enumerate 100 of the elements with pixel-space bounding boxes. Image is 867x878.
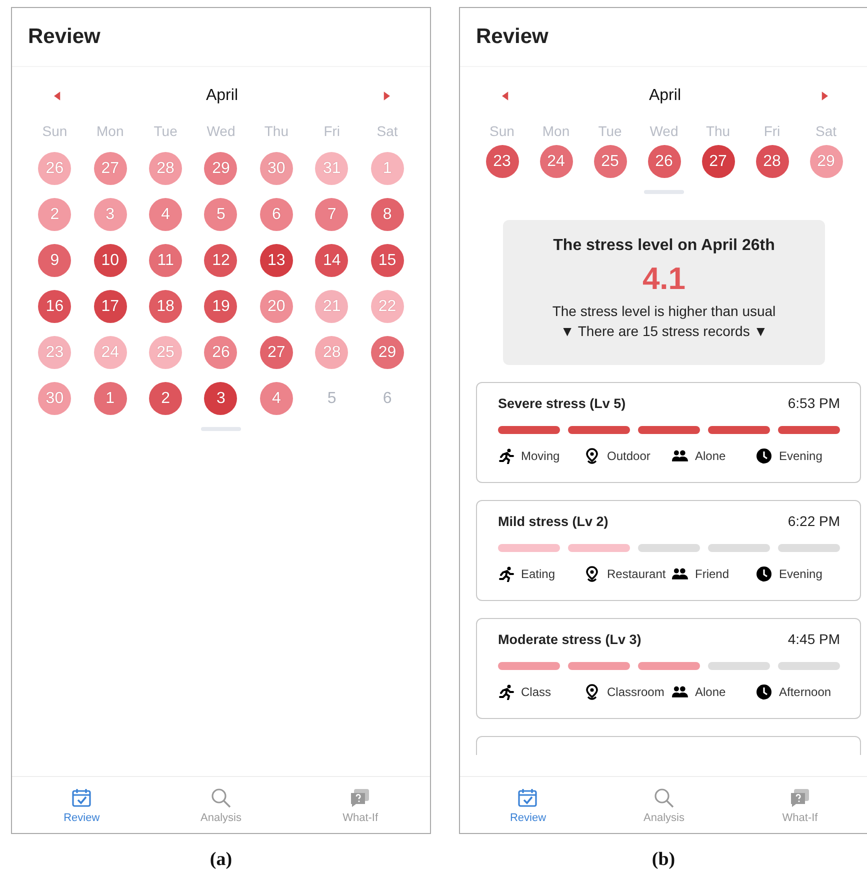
day-circle[interactable]: 19 bbox=[204, 290, 238, 323]
location-pin-icon bbox=[584, 448, 600, 464]
location-pin-icon bbox=[584, 684, 600, 700]
weekday-label: Wed bbox=[650, 123, 678, 139]
record-time: 4:45 PM bbox=[788, 631, 840, 647]
record-card[interactable]: Moderate stress (Lv 3) 4:45 PM Class Classroom Alone Afternoon bbox=[476, 618, 861, 719]
day-circle[interactable]: 27 bbox=[260, 336, 293, 369]
day-circle[interactable]: 4 bbox=[260, 382, 293, 415]
day-circle[interactable]: 29 bbox=[204, 152, 238, 185]
tag-label: Afternoon bbox=[779, 685, 832, 699]
search-icon bbox=[653, 786, 675, 808]
day-number[interactable]: 5 bbox=[327, 382, 336, 415]
day-circle[interactable]: 3 bbox=[94, 198, 127, 231]
tag-label: Eating bbox=[521, 567, 556, 581]
day-circle[interactable]: 13 bbox=[260, 244, 293, 277]
calendar-check-icon bbox=[517, 786, 539, 808]
day-circle[interactable]: 25 bbox=[594, 145, 626, 178]
day-circle[interactable]: 11 bbox=[149, 244, 182, 277]
day-circle[interactable]: 5 bbox=[204, 198, 238, 231]
weekday-label: Wed bbox=[206, 123, 236, 139]
nav-tab[interactable]: Review bbox=[36, 777, 127, 833]
tag-label: Classroom bbox=[607, 685, 664, 699]
day-circle[interactable]: 24 bbox=[540, 145, 572, 178]
day-circle[interactable]: 28 bbox=[315, 336, 348, 369]
day-circle[interactable]: 6 bbox=[260, 198, 293, 231]
figure-caption: (a) bbox=[210, 849, 232, 871]
record-title: Severe stress (Lv 5) bbox=[498, 396, 626, 410]
day-circle[interactable]: 14 bbox=[315, 244, 348, 277]
day-circle[interactable]: 29 bbox=[810, 145, 842, 178]
weekday-label: Tue bbox=[154, 123, 178, 139]
day-circle[interactable]: 18 bbox=[149, 290, 182, 323]
day-circle[interactable]: 10 bbox=[94, 244, 127, 277]
day-circle[interactable]: 2 bbox=[149, 382, 182, 415]
tag-label: Alone bbox=[695, 449, 726, 463]
people-icon bbox=[672, 566, 688, 582]
weekday-label: Sun bbox=[42, 123, 68, 139]
day-circle[interactable]: 7 bbox=[315, 198, 348, 231]
weekday-label: Thu bbox=[264, 123, 288, 139]
next-month-arrow[interactable] bbox=[820, 91, 828, 101]
day-circle[interactable]: 22 bbox=[370, 290, 404, 323]
day-circle[interactable]: 30 bbox=[260, 152, 293, 185]
record-title: Moderate stress (Lv 3) bbox=[498, 632, 642, 646]
day-circle[interactable]: 16 bbox=[38, 290, 72, 323]
day-circle[interactable]: 23 bbox=[486, 145, 518, 178]
question-bubble-icon bbox=[789, 786, 811, 808]
record-time: 6:53 PM bbox=[788, 395, 840, 411]
record-card[interactable]: Mild stress (Lv 2) 6:22 PM Eating Restaurant Friend Evening bbox=[476, 500, 861, 601]
clock-icon bbox=[756, 684, 772, 700]
weekday-label: Mon bbox=[542, 123, 570, 139]
next-month-arrow[interactable] bbox=[382, 91, 390, 101]
question-bubble-icon bbox=[349, 786, 372, 808]
day-circle[interactable]: 21 bbox=[315, 290, 348, 323]
day-circle[interactable]: 30 bbox=[38, 382, 72, 415]
day-circle[interactable]: 26 bbox=[204, 336, 238, 369]
day-circle[interactable]: 8 bbox=[370, 198, 404, 231]
nav-tab[interactable]: Analysis bbox=[619, 777, 709, 833]
nav-tab[interactable]: What-If bbox=[315, 777, 406, 833]
day-circle[interactable]: 17 bbox=[94, 290, 127, 323]
day-circle[interactable]: 20 bbox=[260, 290, 293, 323]
screen-title: Review bbox=[476, 25, 548, 49]
day-circle[interactable]: 28 bbox=[149, 152, 182, 185]
nav-tab[interactable]: Review bbox=[483, 777, 573, 833]
previous-month-arrow[interactable] bbox=[502, 91, 509, 101]
day-circle[interactable]: 25 bbox=[149, 336, 182, 369]
stress-score: 4.1 bbox=[642, 261, 686, 297]
day-circle[interactable]: 31 bbox=[315, 152, 348, 185]
day-circle[interactable]: 3 bbox=[204, 382, 238, 415]
day-circle[interactable]: 9 bbox=[38, 244, 72, 277]
day-circle[interactable]: 1 bbox=[94, 382, 127, 415]
weekday-label: Mon bbox=[96, 123, 124, 139]
summary-heading: The stress level on April 26th bbox=[553, 237, 775, 255]
day-circle[interactable]: 27 bbox=[94, 152, 127, 185]
day-circle[interactable]: 15 bbox=[370, 244, 404, 277]
day-number[interactable]: 6 bbox=[382, 382, 392, 415]
records-toggle[interactable]: ▼ There are 15 stress records ▼ bbox=[560, 323, 768, 339]
month-label: April bbox=[206, 87, 238, 105]
runner-icon bbox=[498, 448, 514, 464]
nav-tab[interactable]: Analysis bbox=[176, 777, 266, 833]
previous-month-arrow[interactable] bbox=[54, 91, 61, 101]
calendar-check-icon bbox=[70, 786, 93, 808]
day-circle[interactable]: 26 bbox=[648, 145, 680, 178]
location-pin-icon bbox=[584, 566, 600, 582]
tag-label: Alone bbox=[695, 685, 726, 699]
day-circle[interactable]: 29 bbox=[370, 336, 404, 369]
search-icon bbox=[210, 786, 232, 808]
day-circle[interactable]: 4 bbox=[149, 198, 182, 231]
weekday-label: Fri bbox=[324, 123, 340, 139]
runner-icon bbox=[498, 566, 514, 582]
day-circle[interactable]: 24 bbox=[94, 336, 127, 369]
day-circle[interactable]: 28 bbox=[756, 145, 788, 178]
day-circle[interactable]: 12 bbox=[204, 244, 238, 277]
day-circle[interactable]: 2 bbox=[38, 198, 72, 231]
clock-icon bbox=[756, 566, 772, 582]
day-circle[interactable]: 27 bbox=[702, 145, 734, 178]
record-card[interactable]: Severe stress (Lv 5) 6:53 PM Moving Outdoor Alone Evening bbox=[476, 382, 861, 483]
weekday-label: Sat bbox=[376, 123, 398, 139]
day-circle[interactable]: 1 bbox=[370, 152, 404, 185]
day-circle[interactable]: 23 bbox=[38, 336, 72, 369]
nav-tab[interactable]: What-If bbox=[755, 777, 845, 833]
day-circle[interactable]: 26 bbox=[38, 152, 72, 185]
